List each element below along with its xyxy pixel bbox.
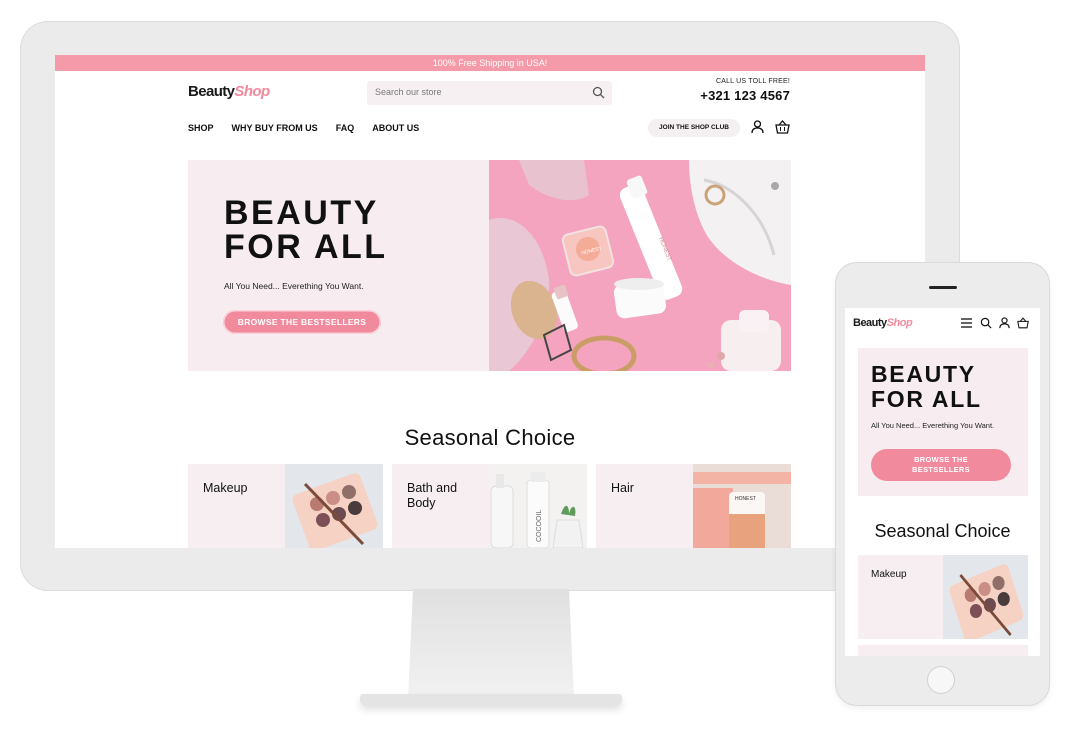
promo-banner: 100% Free Shipping in USA! bbox=[55, 55, 925, 71]
makeup-palette-image bbox=[285, 464, 383, 548]
browse-bestsellers-button[interactable]: BROWSE THE BESTSELLERS bbox=[223, 310, 381, 334]
phone-speaker bbox=[929, 286, 957, 289]
mobile-screen: BeautyShop BEAUTY FOR ALL All You Need..… bbox=[845, 308, 1040, 656]
search-icon[interactable] bbox=[592, 86, 605, 104]
monitor-stand-base bbox=[360, 694, 622, 706]
hero-banner: BEAUTY FOR ALL All You Need... Everethin… bbox=[188, 160, 791, 371]
category-label-makeup: Makeup bbox=[203, 481, 248, 495]
main-nav: SHOP WHY BUY FROM US FAQ ABOUT US bbox=[188, 123, 419, 133]
mobile-section-title-seasonal: Seasonal Choice bbox=[874, 521, 1011, 541]
nav-item-faq[interactable]: FAQ bbox=[336, 123, 355, 133]
nav-item-shop[interactable]: SHOP bbox=[188, 123, 214, 133]
bath-body-image: COCOOIL bbox=[489, 464, 587, 548]
mobile-browse-bestsellers-button[interactable]: BROWSE THE BESTSELLERS bbox=[871, 449, 1011, 481]
call-us-label: CALL US TOLL FREE! bbox=[715, 78, 790, 85]
category-cards: Makeup Bath and Body COCOOIL Hair HONEST bbox=[188, 464, 792, 548]
mobile-user-icon[interactable] bbox=[999, 316, 1010, 334]
nav-item-about[interactable]: ABOUT US bbox=[372, 123, 419, 133]
mobile-category-card-next[interactable] bbox=[858, 645, 1028, 656]
site-logo[interactable]: BeautyShop bbox=[188, 83, 270, 100]
mobile-header-icons bbox=[960, 316, 1029, 334]
hero-title: BEAUTY FOR ALL bbox=[224, 196, 388, 264]
mobile-search-icon[interactable] bbox=[980, 316, 992, 334]
mobile-cta-line-1: BROWSE THE bbox=[914, 455, 968, 464]
hero-title-line-2: FOR ALL bbox=[224, 228, 388, 266]
mockup-stage: 100% Free Shipping in USA! BeautyShop Se… bbox=[0, 0, 1070, 730]
mobile-hero-subtitle: All You Need... Everething You Want. bbox=[871, 421, 995, 430]
mobile-makeup-palette-image bbox=[943, 555, 1028, 639]
phone-number[interactable]: +321 123 4567 bbox=[700, 88, 790, 103]
search-bar[interactable]: Search our store bbox=[367, 81, 612, 105]
basket-icon[interactable] bbox=[775, 120, 790, 139]
hamburger-icon[interactable] bbox=[960, 316, 973, 334]
hero-title-line-1: BEAUTY bbox=[224, 194, 379, 232]
mobile-category-label-makeup: Makeup bbox=[871, 569, 907, 580]
logo-text-shop: Shop bbox=[234, 83, 270, 100]
honest-label-hair: HONEST bbox=[735, 496, 756, 502]
phone-home-button bbox=[927, 666, 955, 694]
search-placeholder: Search our store bbox=[375, 87, 442, 97]
category-label-hair: Hair bbox=[611, 481, 634, 495]
mobile-site-logo[interactable]: BeautyShop bbox=[853, 317, 913, 329]
category-label-bath-body: Bath and Body bbox=[407, 481, 477, 511]
user-icon[interactable] bbox=[751, 120, 764, 139]
hero-product-photo: HONEST HONEST bbox=[489, 160, 791, 371]
mobile-hero-title-line-2: FOR ALL bbox=[871, 386, 982, 412]
mobile-hero-title: BEAUTY FOR ALL bbox=[871, 362, 982, 412]
category-card-makeup[interactable]: Makeup bbox=[188, 464, 383, 548]
desktop-screen: 100% Free Shipping in USA! BeautyShop Se… bbox=[55, 55, 925, 548]
mobile-hero-banner: BEAUTY FOR ALL All You Need... Everethin… bbox=[858, 348, 1028, 496]
mobile-logo-text-beauty: Beauty bbox=[853, 317, 887, 329]
category-card-bath-body[interactable]: Bath and Body COCOOIL bbox=[392, 464, 587, 548]
hair-products-image: HONEST bbox=[693, 464, 791, 548]
site-header: BeautyShop Search our store CALL US TOLL… bbox=[188, 71, 792, 153]
category-label-bath-body-text: Bath and Body bbox=[407, 481, 458, 510]
mobile-category-card-makeup[interactable]: Makeup bbox=[858, 555, 1028, 639]
hero-subtitle: All You Need... Everething You Want. bbox=[224, 281, 364, 291]
category-card-hair[interactable]: Hair HONEST bbox=[596, 464, 791, 548]
join-shop-club-button[interactable]: JOIN THE SHOP CLUB bbox=[648, 119, 740, 137]
section-title-seasonal: Seasonal Choice bbox=[404, 425, 576, 450]
mobile-logo-text-shop: Shop bbox=[886, 317, 913, 329]
mobile-hero-title-line-1: BEAUTY bbox=[871, 361, 976, 387]
mobile-basket-icon[interactable] bbox=[1017, 316, 1029, 334]
monitor-stand-neck bbox=[408, 589, 574, 699]
cocoil-label: COCOOIL bbox=[536, 510, 543, 542]
logo-text-beauty: Beauty bbox=[188, 83, 235, 100]
nav-item-why-buy[interactable]: WHY BUY FROM US bbox=[232, 123, 318, 133]
mobile-cta-line-2: BESTSELLERS bbox=[912, 465, 970, 474]
call-us-block: CALL US TOLL FREE! +321 123 4567 bbox=[700, 78, 790, 103]
